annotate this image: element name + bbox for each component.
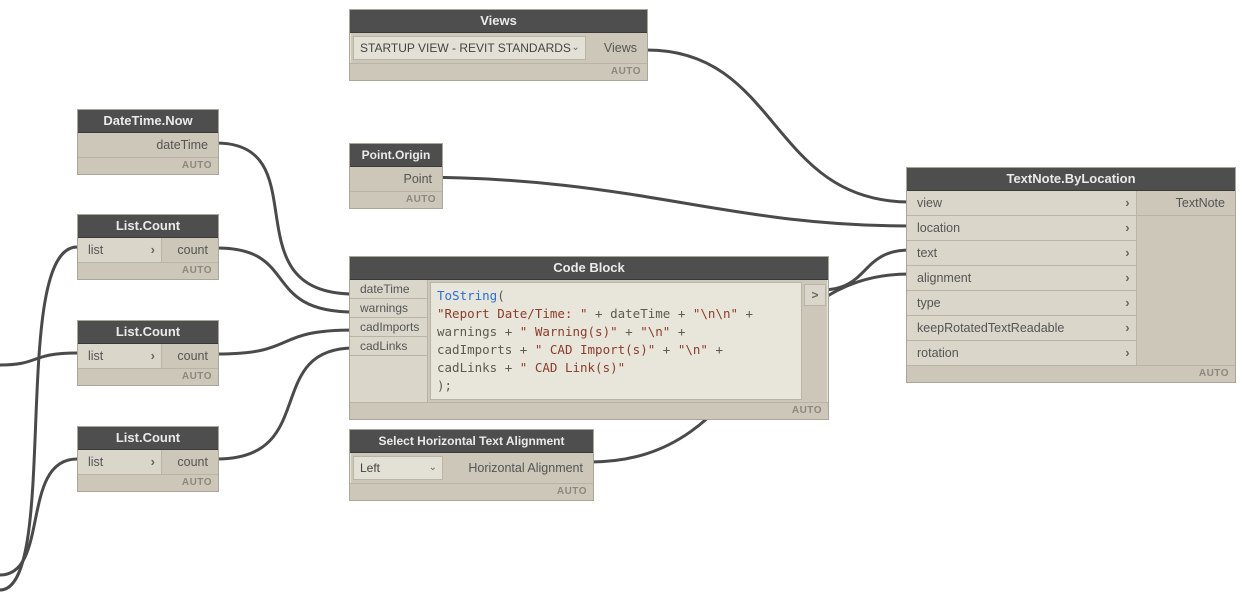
chevron-right-icon: › — [151, 450, 155, 474]
output-port-datetime[interactable]: dateTime — [78, 133, 218, 157]
chevron-right-icon: › — [151, 238, 155, 262]
input-port-warnings[interactable]: warnings — [350, 299, 428, 318]
auto-label: AUTO — [78, 368, 218, 385]
input-port-datetime[interactable]: dateTime — [350, 280, 428, 299]
node-list-count-1[interactable]: List.Count list› count AUTO — [77, 214, 219, 280]
node-title: TextNote.ByLocation — [907, 168, 1235, 191]
input-port-list[interactable]: list› — [78, 238, 162, 262]
auto-label: AUTO — [78, 262, 218, 279]
auto-label: AUTO — [350, 402, 828, 419]
input-port-rotation[interactable]: rotation› — [907, 341, 1137, 365]
output-port-halign[interactable]: Horizontal Alignment — [446, 453, 593, 483]
node-datetime-now[interactable]: DateTime.Now dateTime AUTO — [77, 109, 219, 175]
output-port-count[interactable]: count — [162, 344, 218, 368]
chevron-right-icon: › — [1125, 216, 1129, 240]
input-port-keeprot[interactable]: keepRotatedTextReadable› — [907, 316, 1137, 341]
output-port-textnote[interactable]: TextNote — [1137, 191, 1235, 216]
input-port-list[interactable]: list› — [78, 450, 162, 474]
input-port-location[interactable]: location› — [907, 216, 1137, 241]
output-port-count[interactable]: count — [162, 450, 218, 474]
node-point-origin[interactable]: Point.Origin Point AUTO — [349, 143, 443, 209]
caret-down-icon: ⌄ — [429, 457, 437, 479]
output-port-count[interactable]: count — [162, 238, 218, 262]
node-title: List.Count — [78, 215, 218, 238]
input-port-list[interactable]: list› — [78, 344, 162, 368]
input-port-cadimports[interactable]: cadImports — [350, 318, 428, 337]
node-title: Code Block — [350, 257, 828, 280]
auto-label: AUTO — [350, 63, 647, 80]
output-port-views[interactable]: Views — [589, 33, 647, 63]
auto-label: AUTO — [350, 483, 593, 500]
node-title: List.Count — [78, 321, 218, 344]
node-title: List.Count — [78, 427, 218, 450]
auto-label: AUTO — [350, 191, 442, 208]
views-select[interactable]: STARTUP VIEW - REVIT STANDARDS⌄ — [353, 36, 586, 60]
halign-select[interactable]: Left⌄ — [353, 456, 443, 480]
chevron-right-icon: › — [1125, 266, 1129, 290]
output-port-point[interactable]: Point — [350, 167, 442, 191]
output-port-code[interactable]: > — [804, 284, 826, 306]
chevron-right-icon: › — [1125, 241, 1129, 265]
node-code-block[interactable]: Code Block dateTime warnings cadImports … — [349, 256, 829, 420]
node-list-count-3[interactable]: List.Count list› count AUTO — [77, 426, 219, 492]
node-halign[interactable]: Select Horizontal Text Alignment Left⌄ H… — [349, 429, 594, 501]
auto-label: AUTO — [907, 365, 1235, 382]
input-port-view[interactable]: view› — [907, 191, 1137, 216]
caret-down-icon: ⌄ — [571, 37, 579, 59]
node-title: Select Horizontal Text Alignment — [350, 430, 593, 453]
chevron-right-icon: › — [1125, 191, 1129, 215]
chevron-right-icon: › — [1125, 341, 1129, 365]
input-port-cadlinks[interactable]: cadLinks — [350, 337, 428, 356]
chevron-right-icon: › — [151, 344, 155, 368]
auto-label: AUTO — [78, 474, 218, 491]
node-views[interactable]: Views STARTUP VIEW - REVIT STANDARDS⌄ Vi… — [349, 9, 648, 81]
input-port-alignment[interactable]: alignment› — [907, 266, 1137, 291]
input-port-text[interactable]: text› — [907, 241, 1137, 266]
chevron-right-icon: › — [1125, 291, 1129, 315]
code-editor[interactable]: ToString("Report Date/Time: " + dateTime… — [430, 282, 802, 400]
node-title: Views — [350, 10, 647, 33]
node-title: Point.Origin — [350, 144, 442, 167]
node-list-count-2[interactable]: List.Count list› count AUTO — [77, 320, 219, 386]
chevron-right-icon: › — [1125, 316, 1129, 340]
node-title: DateTime.Now — [78, 110, 218, 133]
node-textnote[interactable]: TextNote.ByLocation view› location› text… — [906, 167, 1236, 383]
auto-label: AUTO — [78, 157, 218, 174]
input-port-type[interactable]: type› — [907, 291, 1137, 316]
